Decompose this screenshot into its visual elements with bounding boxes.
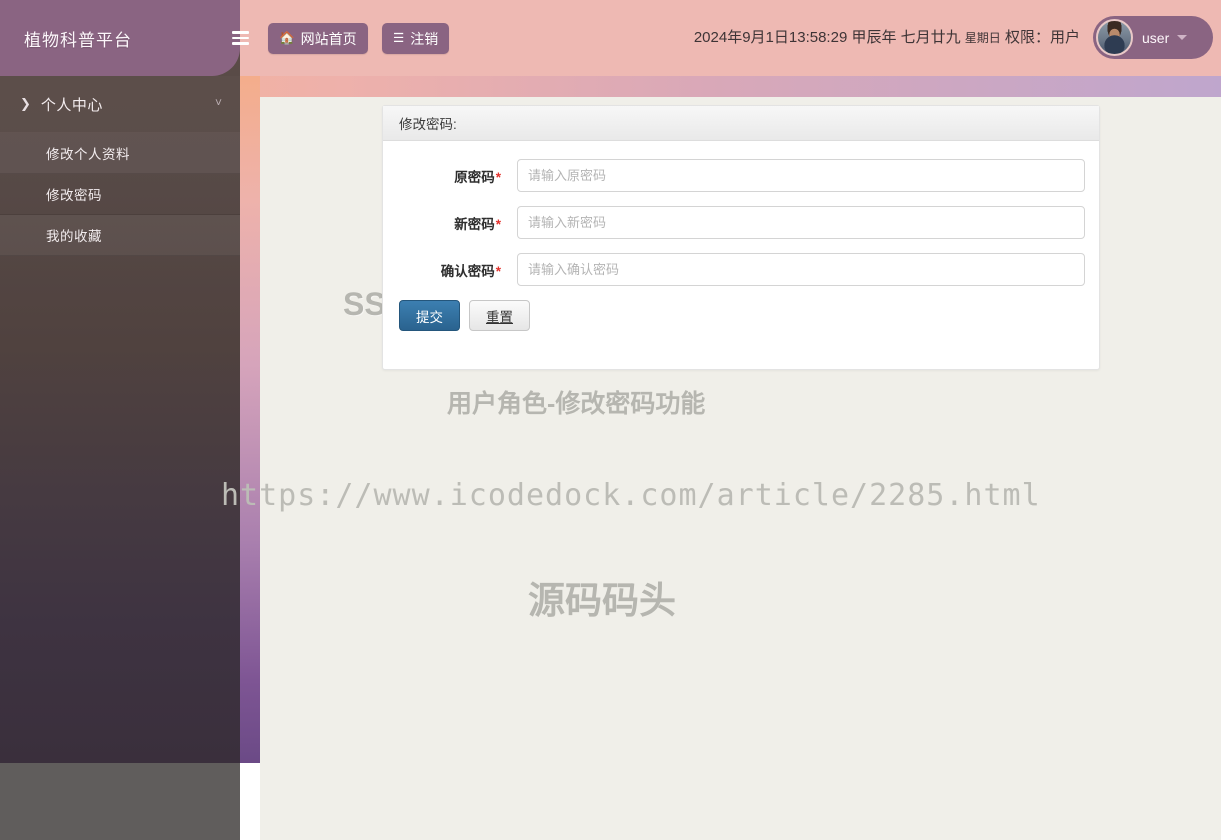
old-password-input[interactable] bbox=[517, 159, 1085, 192]
logo-block[interactable]: 植物科普平台 bbox=[0, 0, 240, 76]
sidebar: ❯ 个人中心 ˅ 修改个人资料 修改密码 我的收藏 bbox=[0, 0, 240, 763]
caret-down-icon bbox=[1177, 35, 1188, 40]
submit-button[interactable]: 提交 bbox=[399, 300, 460, 331]
user-name-label: user bbox=[1142, 29, 1170, 46]
weekday-text: 星期日 bbox=[964, 31, 1001, 45]
logo-text: 植物科普平台 bbox=[24, 30, 132, 50]
label-text: 新密码 bbox=[454, 216, 495, 232]
sidebar-item-label: 修改个人资料 bbox=[46, 147, 130, 162]
sidebar-item-label: 我的收藏 bbox=[46, 229, 102, 244]
password-form: 原密码* 新密码* 确认密码* 提交 重置 bbox=[383, 141, 1099, 331]
confirm-password-input[interactable] bbox=[517, 253, 1085, 286]
new-password-label: 新密码* bbox=[383, 213, 503, 233]
old-password-label: 原密码* bbox=[383, 166, 503, 186]
home-button-label: 网站首页 bbox=[300, 30, 357, 47]
user-menu[interactable]: user bbox=[1093, 16, 1213, 59]
logout-button[interactable]: ☰ 注销 bbox=[382, 23, 450, 54]
sidebar-group-personal-center[interactable]: ❯ 个人中心 ˅ bbox=[0, 76, 240, 133]
panel-title: 修改密码: bbox=[383, 106, 1099, 141]
sidebar-nav: ❯ 个人中心 ˅ 修改个人资料 修改密码 我的收藏 bbox=[0, 76, 240, 256]
sidebar-footer-area bbox=[0, 763, 240, 840]
required-asterisk: * bbox=[495, 216, 501, 232]
label-text: 确认密码 bbox=[440, 263, 495, 279]
sidebar-group-label: 个人中心 bbox=[40, 96, 103, 114]
required-asterisk: * bbox=[495, 169, 501, 185]
sidebar-toggle-button[interactable] bbox=[222, 20, 258, 56]
form-row-new-password: 新密码* bbox=[383, 206, 1099, 239]
required-asterisk: * bbox=[495, 263, 501, 279]
chevron-down-icon: ˅ bbox=[214, 95, 222, 110]
header-status-text: 2024年9月1日13:58:29 甲辰年 七月廿九 星期日 权限：用户 bbox=[694, 26, 1080, 47]
sidebar-item-change-password[interactable]: 修改密码 bbox=[0, 174, 240, 215]
sidebar-item-edit-profile[interactable]: 修改个人资料 bbox=[0, 133, 240, 174]
hamburger-icon bbox=[231, 28, 249, 47]
form-row-old-password: 原密码* bbox=[383, 159, 1099, 192]
user-avatar bbox=[1096, 19, 1133, 56]
form-row-confirm-password: 确认密码* bbox=[383, 253, 1099, 286]
accent-strip-footer bbox=[240, 763, 260, 840]
label-text: 原密码 bbox=[454, 169, 495, 185]
change-password-panel: 修改密码: 原密码* 新密码* 确认密码* 提 bbox=[382, 105, 1100, 370]
list-icon: ☰ bbox=[393, 31, 405, 46]
home-button[interactable]: 🏠 网站首页 bbox=[268, 23, 368, 54]
reset-button[interactable]: 重置 bbox=[469, 300, 530, 331]
form-actions: 提交 重置 bbox=[383, 300, 1099, 331]
home-icon: 🏠 bbox=[279, 31, 295, 46]
sidebar-item-my-favorites[interactable]: 我的收藏 bbox=[0, 215, 240, 256]
role-text: 权限：用户 bbox=[1004, 29, 1080, 46]
datetime-text: 2024年9月1日13:58:29 甲辰年 七月廿九 bbox=[693, 29, 961, 46]
logout-button-label: 注销 bbox=[410, 30, 439, 47]
app-root: ❯ 个人中心 ˅ 修改个人资料 修改密码 我的收藏 植物科普平台 🏠 网站首页 … bbox=[0, 0, 1221, 840]
confirm-password-label: 确认密码* bbox=[383, 260, 503, 280]
accent-gradient-strip bbox=[240, 76, 260, 763]
new-password-input[interactable] bbox=[517, 206, 1085, 239]
sidebar-item-label: 修改密码 bbox=[46, 188, 102, 203]
chevron-right-icon: ❯ bbox=[20, 96, 31, 111]
